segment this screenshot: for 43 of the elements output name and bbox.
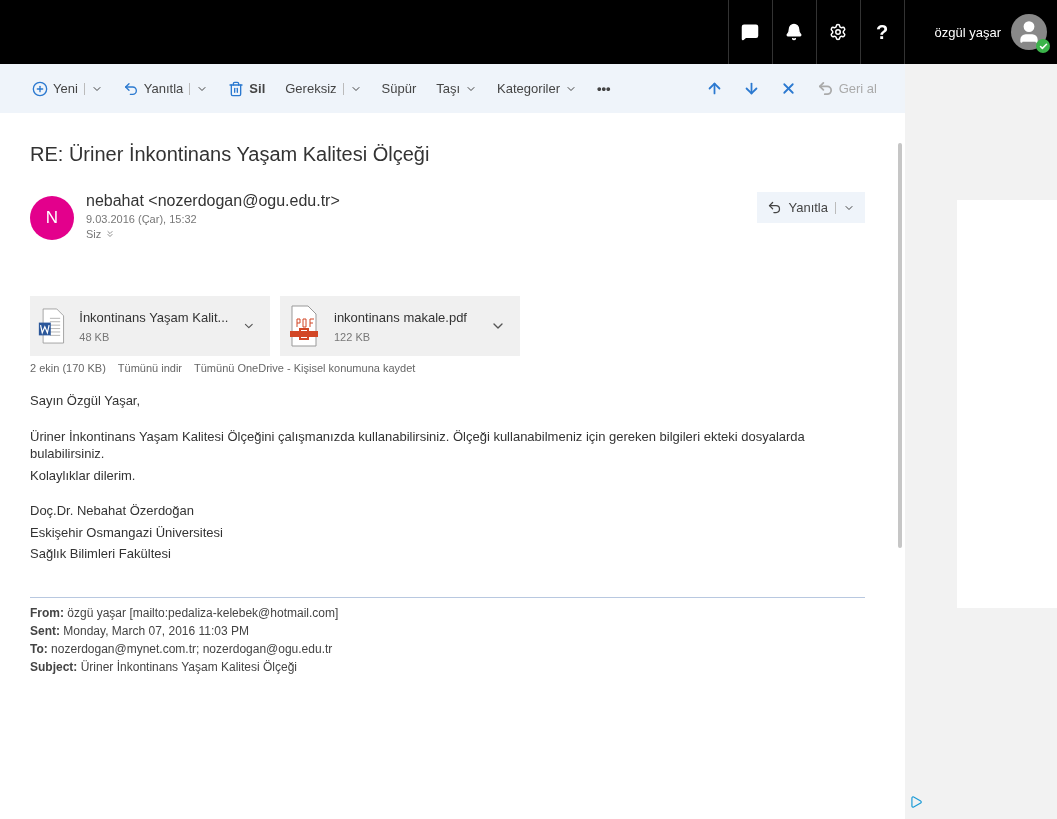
reply-icon <box>767 200 783 215</box>
word-document-icon <box>38 305 66 347</box>
attachment[interactable]: inkontinans makale.pdf 122 KB <box>280 296 520 356</box>
user-name[interactable]: özgül yaşar <box>934 24 1001 40</box>
body-text: Sağlık Bilimleri Fakültesi <box>30 545 172 563</box>
attachment-action-link[interactable]: Tümünü OneDrive - Kişisel konumuna kaydet <box>194 362 416 374</box>
quoted-header-line: To: nozerdogan@mynet.com.tr; nozerdogan@ogu.edu.tr <box>30 641 334 656</box>
new-button[interactable]: Yeni <box>24 76 111 101</box>
message-date: 9.03.2016 (Çar), 15:32 <box>86 213 198 225</box>
message-subject: RE: Üriner İnkontinans Yaşam Kalitesi Ölçeği <box>30 143 431 166</box>
trash-icon <box>228 80 245 97</box>
toolbar-button[interactable]: Süpür <box>373 77 425 100</box>
scrollbar[interactable] <box>898 143 902 548</box>
toolbar-button[interactable]: ••• <box>588 77 619 100</box>
bell-icon <box>785 23 803 41</box>
plus-icon <box>32 80 48 97</box>
toolbar-button[interactable]: Taşı <box>428 77 486 100</box>
quoted-header-line: Sent: Monday, March 07, 2016 11:03 PM <box>30 623 250 638</box>
recipient[interactable]: Siz <box>86 228 102 240</box>
reply-button[interactable]: Yanıtla <box>757 192 865 223</box>
sender-address: nebahat <nozerdogan@ogu.edu.tr> <box>86 192 341 210</box>
attachment-summary: 2 ekin (170 KB) <box>30 362 106 374</box>
toolbar-button[interactable]: Gereksiz <box>277 77 370 100</box>
toolbar-button[interactable]: Kategoriler <box>489 77 585 100</box>
body-text: Üriner İnkontinans Yaşam Kalitesi Ölçeğini çalışmanızda kullanabilirsiniz. Ölçeği kullanabilmeniz için gereken bilgileri ekteki dosyalarda bulabilirsiniz. <box>30 427 806 463</box>
undo-icon <box>816 80 834 97</box>
attachment[interactable]: İnkontinans Yaşam Kalit... 48 KB <box>30 296 270 356</box>
body-text: Eskişehir Osmangazi Üniversitesi <box>30 523 224 542</box>
body-text: Sayın Özgül Yaşar, <box>30 392 142 410</box>
sender-avatar: N <box>30 196 74 240</box>
gear-icon <box>829 23 847 41</box>
quoted-header-line: Subject: Üriner İnkontinans Yaşam Kalitesi Ölçeği <box>30 659 298 674</box>
pdf-document-icon <box>288 305 320 347</box>
delete-button[interactable]: Sil <box>220 76 274 101</box>
avatar[interactable] <box>1011 14 1047 50</box>
attachment-action-link[interactable]: Tümünü indir <box>117 362 183 374</box>
chat-icon <box>741 23 759 41</box>
body-text: Doç.Dr. Nebahat Özerdoğan <box>30 502 196 520</box>
reply-button[interactable]: Yanıtla <box>114 76 217 101</box>
body-text: Kolaylıklar dilerim. <box>30 466 137 485</box>
reply-icon <box>122 80 139 97</box>
ad-choices-icon[interactable] <box>909 795 923 809</box>
quoted-header-line: From: özgü yaşar [mailto:pedaliza-kelebek@hotmail.com] <box>30 605 340 620</box>
